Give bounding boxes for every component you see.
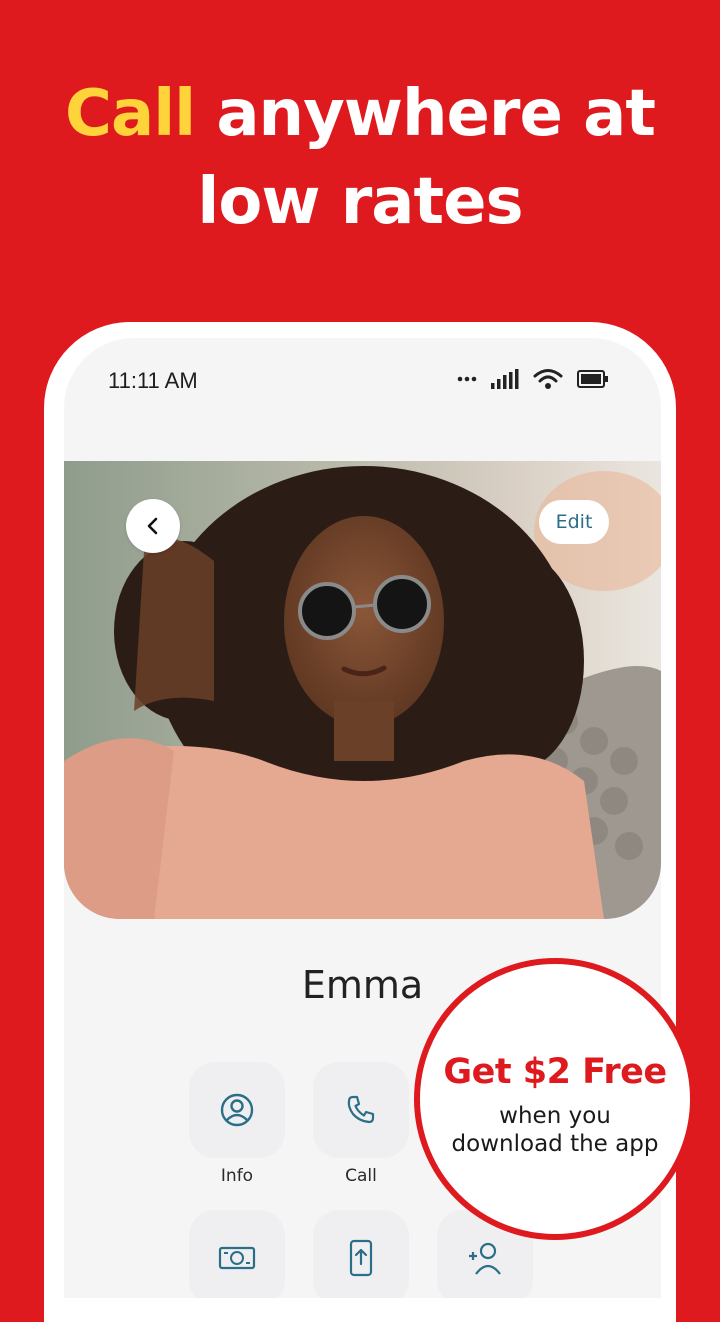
promo-line-2: download the app (451, 1131, 659, 1157)
add-contact-icon (469, 1242, 501, 1275)
headline-rest: anywhere at (195, 77, 656, 151)
promo-subtitle: when you download the app (420, 1102, 690, 1158)
headline-line-1: Call anywhere at (0, 70, 720, 158)
person-circle-icon (220, 1093, 254, 1127)
headline-line-2: low rates (197, 165, 523, 239)
chevron-left-icon (147, 517, 158, 535)
headline: Call anywhere at low rates (0, 70, 720, 246)
back-button[interactable] (126, 499, 180, 553)
battery-icon (577, 370, 608, 388)
status-time: 11:11 AM (108, 368, 198, 393)
call-action-button[interactable] (313, 1062, 409, 1158)
money-icon (218, 1246, 256, 1270)
promo-badge[interactable]: Get $2 Free when you download the app (414, 958, 696, 1240)
phone-icon (347, 1095, 375, 1124)
promo-title: Get $2 Free (443, 1052, 667, 1092)
wifi-icon (533, 369, 563, 389)
call-action-label: Call (345, 1166, 377, 1186)
info-action-label: Info (220, 1166, 254, 1186)
promo-line-1: when you (499, 1103, 611, 1129)
headline-highlight: Call (65, 77, 196, 151)
info-action-button[interactable] (189, 1062, 285, 1158)
more-dots-icon (457, 376, 477, 382)
money-action-button[interactable] (189, 1210, 285, 1298)
signal-icon (491, 369, 519, 389)
edit-button[interactable]: Edit (539, 500, 609, 544)
mobile-upload-icon (349, 1239, 373, 1277)
topup-action-button[interactable] (313, 1210, 409, 1298)
status-icons (457, 368, 609, 390)
